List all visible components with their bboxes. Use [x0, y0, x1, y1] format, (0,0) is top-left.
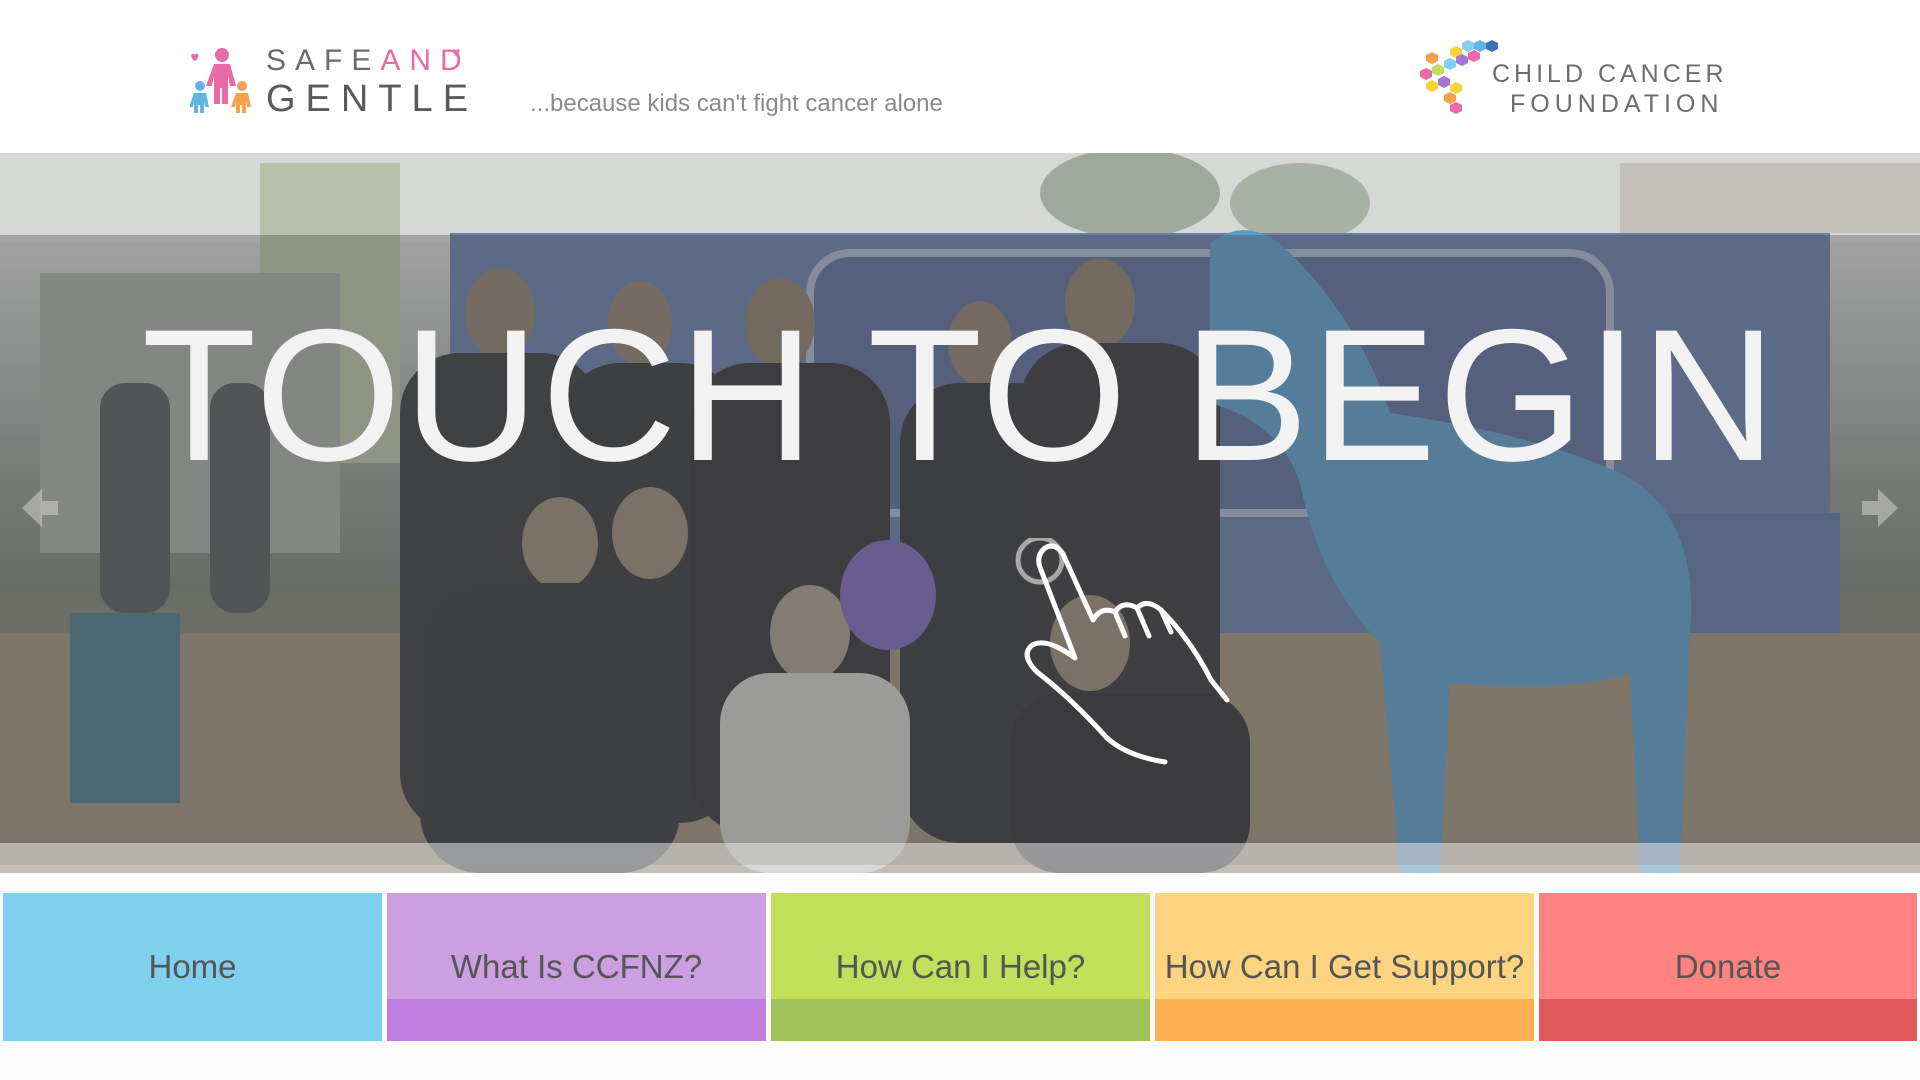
- logo-line-foundation: FOUNDATION: [1510, 90, 1724, 118]
- hero-touch-area[interactable]: TOUCH TO BEGIN: [0, 153, 1920, 873]
- chevron-left-icon[interactable]: [12, 483, 62, 533]
- nav-how-can-i-help-button[interactable]: How Can I Help?: [771, 893, 1150, 1041]
- nav-get-support-button[interactable]: How Can I Get Support?: [1155, 893, 1534, 1041]
- nav-donate-button[interactable]: Donate: [1539, 893, 1917, 1041]
- hexagon-cluster-icon: [1420, 40, 1498, 114]
- safe-and-gentle-logo: SAFEAND ♥ GENTLE: [190, 40, 480, 120]
- logo-line-child-cancer: CHILD CANCER: [1492, 60, 1728, 88]
- nav-home-button[interactable]: Home: [3, 893, 382, 1041]
- child-cancer-foundation-logo: CHILD CANCER FOUNDATION: [1410, 38, 1730, 118]
- hand-pointer-icon: [1015, 538, 1230, 765]
- logo-word-gentle: GENTLE: [266, 78, 479, 120]
- nav-get-support-label: How Can I Get Support?: [1164, 948, 1525, 985]
- tagline: ...because kids can't fight cancer alone: [530, 90, 943, 117]
- logo-word-safe-and: SAFEAND: [266, 44, 471, 77]
- nav-donate-label: Donate: [1674, 948, 1782, 985]
- heart-icon: ♥: [452, 44, 461, 60]
- nav-how-can-i-help-label: How Can I Help?: [835, 948, 1086, 985]
- family-icon: [190, 48, 251, 113]
- overlay-strip: [0, 843, 1920, 873]
- nav-what-is-ccfnz-button[interactable]: What Is CCFNZ?: [387, 893, 766, 1041]
- main-navigation: Home What Is CCFNZ? How Can I Help? How …: [0, 893, 1920, 1041]
- header: SAFEAND ♥ GENTLE ...because kids can't f…: [0, 0, 1920, 153]
- chevron-right-icon[interactable]: [1858, 483, 1908, 533]
- touch-to-begin-title[interactable]: TOUCH TO BEGIN: [0, 301, 1920, 489]
- nav-home-label: Home: [148, 948, 237, 985]
- nav-what-is-ccfnz-label: What Is CCFNZ?: [450, 948, 703, 985]
